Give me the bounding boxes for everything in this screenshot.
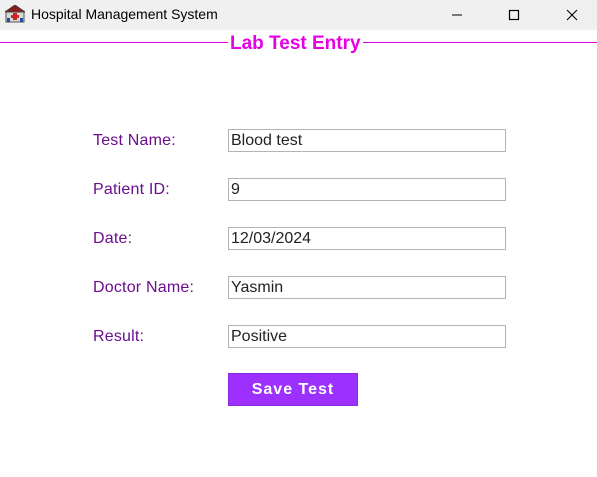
test-name-label: Test Name: <box>93 132 176 149</box>
window-titlebar: Hospital Management System <box>0 0 597 30</box>
result-label: Result: <box>93 328 145 345</box>
page-title: Lab Test Entry <box>228 33 363 55</box>
maximize-button[interactable] <box>491 0 537 30</box>
minimize-button[interactable] <box>434 0 480 30</box>
close-button[interactable] <box>549 0 595 30</box>
doctor-name-label: Doctor Name: <box>93 279 195 296</box>
hospital-app-icon <box>3 4 27 23</box>
close-icon <box>566 9 578 21</box>
minimize-icon <box>451 9 463 21</box>
date-input[interactable] <box>228 227 506 250</box>
maximize-icon <box>508 9 520 21</box>
save-test-button[interactable]: Save Test <box>228 373 358 406</box>
result-input[interactable] <box>228 325 506 348</box>
window-title: Hospital Management System <box>31 6 218 22</box>
test-name-input[interactable] <box>228 129 506 152</box>
date-label: Date: <box>93 230 133 247</box>
patient-id-input[interactable] <box>228 178 506 201</box>
patient-id-label: Patient ID: <box>93 181 170 198</box>
doctor-name-input[interactable] <box>228 276 506 299</box>
